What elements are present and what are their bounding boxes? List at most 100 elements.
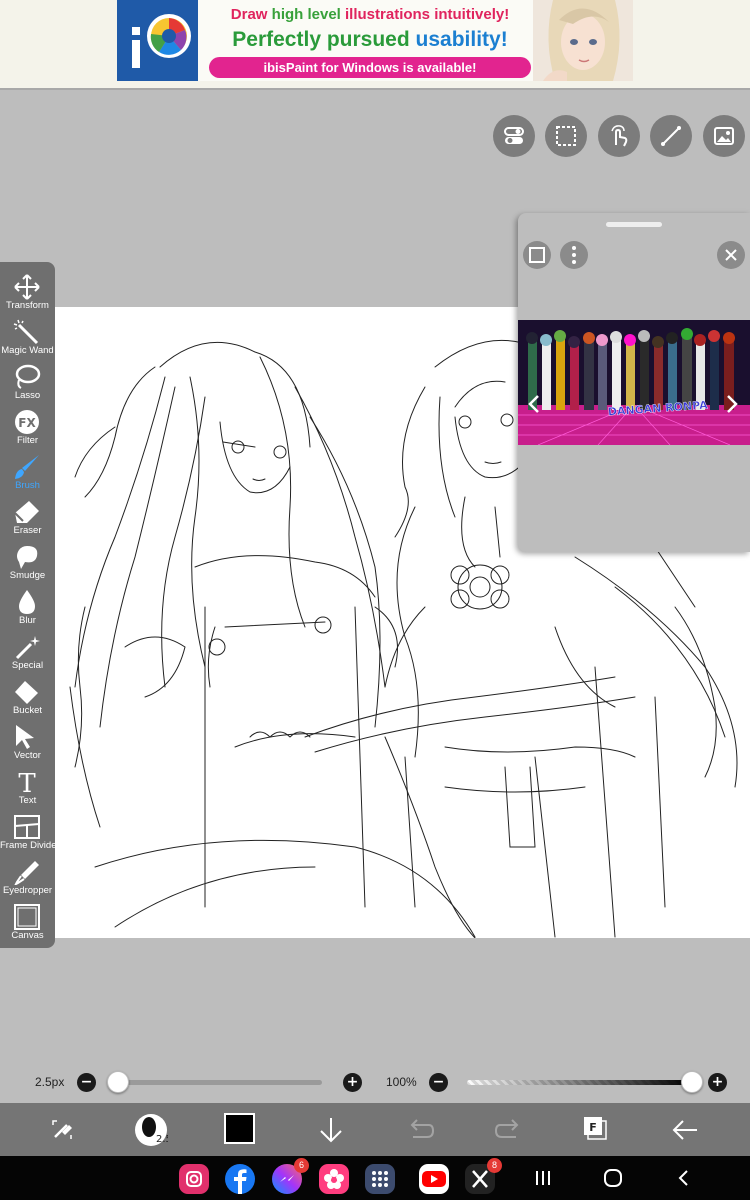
reference-window-drag-handle[interactable]: [606, 222, 662, 227]
brush-preview-value: 2.5: [156, 1134, 168, 1145]
messenger-app-icon[interactable]: 6: [272, 1158, 309, 1194]
home-nav-button[interactable]: [601, 1166, 625, 1190]
ad-banner-strip: Draw high level illustrations intuitivel…: [0, 0, 750, 90]
ruler-button[interactable]: [650, 115, 692, 157]
reference-close-button[interactable]: [717, 241, 745, 269]
text-tool-glyph: T: [18, 769, 36, 795]
ad-line2-highlight: usability!: [415, 28, 508, 51]
reference-image: DANGAN RONPA: [518, 320, 750, 445]
brush-icon: [15, 455, 39, 479]
apps-grid-icon[interactable]: [365, 1164, 395, 1194]
frame-divider-icon: [14, 815, 40, 839]
opacity-increase-button[interactable]: +: [708, 1073, 727, 1092]
transform-icon: [14, 274, 40, 300]
tool-vector[interactable]: Vector: [0, 718, 55, 763]
brush-size-slider-thumb[interactable]: [107, 1071, 129, 1093]
redo-button[interactable]: [492, 1113, 526, 1147]
youtube-app-icon[interactable]: [419, 1164, 449, 1194]
tool-bucket[interactable]: Bucket: [0, 673, 55, 718]
reference-fit-button[interactable]: [523, 241, 551, 269]
special-icon: [15, 636, 40, 660]
tool-label-blur: Blur: [19, 615, 36, 626]
layers-glyph: F: [589, 1121, 597, 1134]
text-icon: T: [18, 769, 36, 795]
facebook-app-icon[interactable]: [225, 1164, 255, 1194]
tool-brush[interactable]: Brush: [0, 448, 55, 493]
bucket-icon: [15, 681, 38, 704]
tool-label-text: Text: [18, 795, 37, 806]
brush-size-slider[interactable]: [107, 1071, 322, 1093]
magic-wand-icon: [13, 319, 39, 345]
brush-size-decrease-button[interactable]: −: [77, 1073, 96, 1092]
back-button[interactable]: [668, 1113, 702, 1147]
ad-line1-a: Draw: [230, 6, 272, 23]
vector-icon: [16, 725, 34, 749]
toggle-button[interactable]: [493, 115, 535, 157]
tool-canvas[interactable]: Canvas: [0, 898, 55, 943]
brush-size-increase-button[interactable]: +: [343, 1073, 362, 1092]
current-color-swatch: [224, 1113, 255, 1144]
touch-button[interactable]: [598, 115, 640, 157]
tool-label-transform: Transform: [6, 300, 49, 311]
tool-filter[interactable]: FX Filter: [0, 403, 55, 448]
blossom-app-icon[interactable]: [319, 1164, 349, 1194]
tool-label-special: Special: [11, 660, 44, 671]
brush-preview-button[interactable]: 2.5: [134, 1113, 172, 1147]
selection-button[interactable]: [545, 115, 587, 157]
opacity-value: 100%: [386, 1075, 417, 1089]
ad-line1-c: illustrations intuitively!: [340, 6, 510, 23]
opacity-decrease-button[interactable]: −: [429, 1073, 448, 1092]
color-button[interactable]: [224, 1113, 258, 1147]
tool-eraser[interactable]: Eraser: [0, 493, 55, 538]
tool-label-smudge: Smudge: [9, 570, 46, 581]
tool-label-magic-wand: Magic Wand: [1, 345, 54, 356]
apply-button[interactable]: [314, 1113, 348, 1147]
arrow-left-icon: [672, 1120, 697, 1140]
recents-icon: [536, 1171, 550, 1185]
toggle-icon: [504, 127, 524, 144]
back-nav-button[interactable]: [672, 1166, 696, 1190]
tool-text[interactable]: T Text: [0, 763, 55, 808]
canvas-icon: [14, 904, 40, 930]
layers-icon: F: [584, 1117, 607, 1140]
ad-banner[interactable]: Draw high level illustrations intuitivel…: [117, 0, 633, 81]
tool-label-frame-divider: Frame Divider: [0, 840, 60, 851]
instagram-app-icon[interactable]: [179, 1164, 209, 1194]
quick-tool-button[interactable]: [45, 1113, 79, 1147]
smudge-icon: [17, 546, 38, 569]
eraser-icon: [14, 501, 39, 523]
opacity-slider[interactable]: [467, 1071, 703, 1093]
tool-magic-wand[interactable]: Magic Wand: [0, 313, 55, 358]
layers-button[interactable]: F: [580, 1113, 614, 1147]
fit-frame-icon: [529, 247, 545, 263]
opacity-slider-thumb[interactable]: [681, 1071, 703, 1093]
ibispaint-logo: [117, 0, 198, 81]
tool-label-bucket: Bucket: [12, 705, 43, 716]
tool-panel: Transform Magic Wand Lasso FX Filter Bru…: [0, 262, 60, 948]
tool-smudge[interactable]: Smudge: [0, 538, 55, 583]
ad-line2-a: Perfectly pursued: [232, 28, 416, 51]
tool-special[interactable]: Special: [0, 628, 55, 673]
undo-icon: [410, 1119, 435, 1138]
undo-button[interactable]: [403, 1113, 437, 1147]
tool-blur[interactable]: Blur: [0, 583, 55, 628]
tool-lasso[interactable]: Lasso: [0, 358, 55, 403]
reference-menu-button[interactable]: [560, 241, 588, 269]
more-vert-icon: [572, 246, 576, 264]
tool-eyedropper[interactable]: Eyedropper: [0, 853, 55, 898]
ad-line1-highlight: high level: [271, 6, 341, 23]
redo-icon: [494, 1119, 519, 1138]
home-icon: [604, 1169, 622, 1187]
tool-label-brush: Brush: [15, 480, 40, 491]
reference-image-button[interactable]: [703, 115, 745, 157]
x-app-icon[interactable]: 8: [465, 1158, 502, 1194]
tool-label-vector: Vector: [14, 750, 41, 761]
blur-icon: [19, 590, 35, 614]
tool-frame-divider[interactable]: Frame Divider: [0, 808, 60, 853]
ad-windows-pill: ibisPaint for Windows is available!: [209, 57, 531, 78]
arrow-down-icon: [320, 1118, 342, 1143]
tool-transform[interactable]: Transform: [0, 268, 55, 313]
touch-icon: [611, 125, 628, 147]
reference-window[interactable]: DANGAN RONPA: [518, 213, 750, 552]
recents-nav-button[interactable]: [531, 1166, 555, 1190]
